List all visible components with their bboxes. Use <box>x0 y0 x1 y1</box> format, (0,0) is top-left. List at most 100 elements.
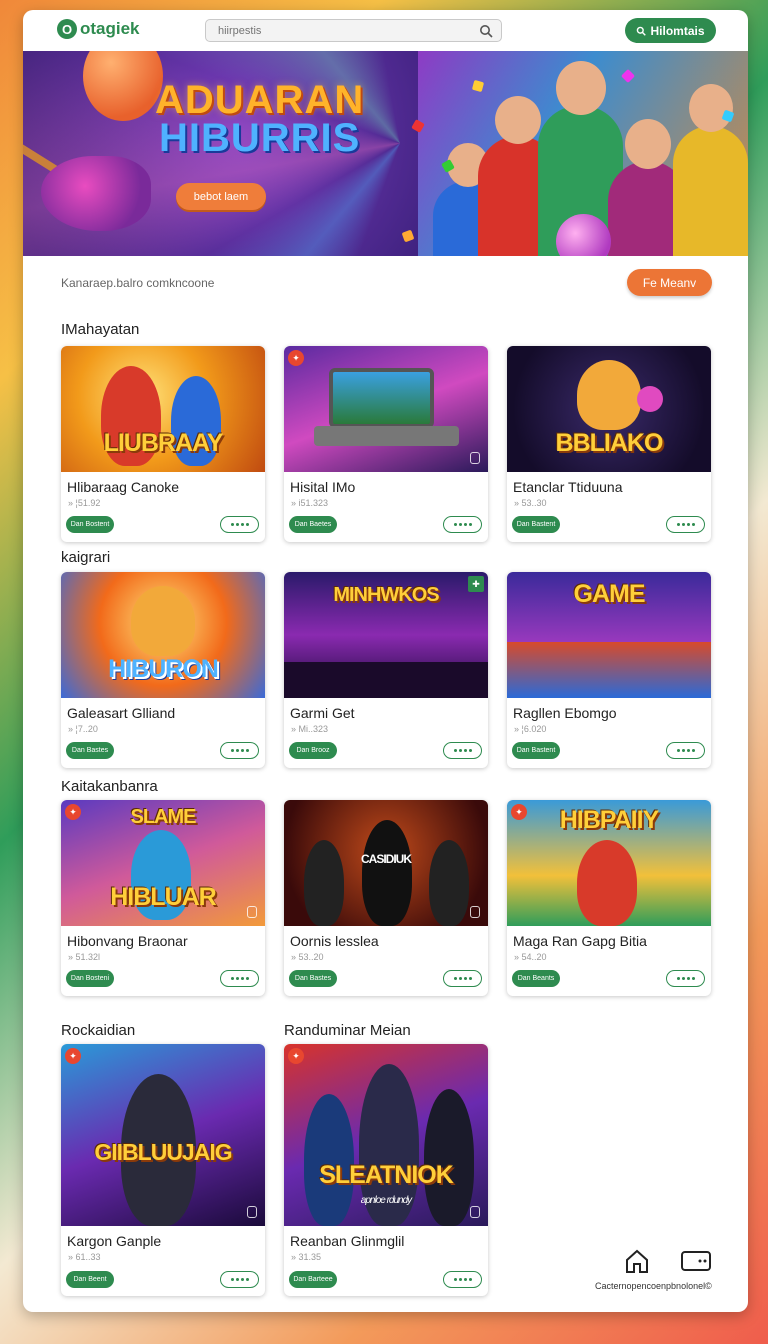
game-card[interactable]: ✦ SLAME HIBLUAR Hibonvang Braonar » 51.3… <box>61 800 265 996</box>
play-button[interactable]: Dan Bostent <box>66 516 114 533</box>
game-thumbnail[interactable]: HIBURON <box>61 572 265 698</box>
play-button[interactable]: Dan Beent <box>66 1271 114 1288</box>
game-meta: » 31.35 <box>291 1252 322 1262</box>
game-card[interactable]: ✦ HIBPAIIY Maga Ran Gapg Bitia » 54..20 … <box>507 800 711 996</box>
game-thumbnail[interactable]: ✦ SLAME HIBLUAR <box>61 800 265 926</box>
game-thumbnail[interactable]: BBLIAKO <box>507 346 711 472</box>
game-meta: » ¦6.020 <box>514 724 547 734</box>
play-button[interactable]: Dan Beants <box>512 970 560 987</box>
logo-text: otagiek <box>80 19 140 38</box>
game-name: Hibonvang Braonar <box>67 933 188 949</box>
game-art-text: LIUBRAAY <box>103 429 224 457</box>
game-thumbnail[interactable]: GAME <box>507 572 711 698</box>
section-title: IMahayatan <box>61 321 140 338</box>
more-button[interactable] <box>443 516 482 533</box>
game-card[interactable]: CASIDIUK Oornis lesslea » 53..20 Dan Bas… <box>284 800 488 996</box>
crowd <box>507 642 711 698</box>
more-button[interactable] <box>220 742 259 759</box>
lock-icon <box>247 906 257 918</box>
search-icon <box>637 26 647 36</box>
search-input[interactable] <box>218 24 468 37</box>
game-card[interactable]: ✦ Hisital IMo » i51.323 Dan Baetes <box>284 346 488 542</box>
game-meta: » ¦51.92 <box>68 498 101 508</box>
kid-figure <box>673 84 748 256</box>
game-card[interactable]: BBLIAKO Etanclar Ttiduuna » 53..30 Dan B… <box>507 346 711 542</box>
hot-badge-icon: ✦ <box>65 1048 81 1064</box>
game-thumbnail[interactable]: LIUBRAAY <box>61 346 265 472</box>
more-button[interactable] <box>666 742 705 759</box>
more-button[interactable] <box>443 970 482 987</box>
search-icon[interactable] <box>479 24 493 38</box>
play-button[interactable]: Dan Bosteni <box>66 970 114 987</box>
game-art-text: MINHWKOS <box>333 584 439 606</box>
game-meta: » 61..33 <box>68 1252 101 1262</box>
game-thumbnail[interactable]: ✚ MINHWKOS <box>284 572 488 698</box>
section-title: kaigrari <box>61 549 111 566</box>
game-meta: » i51.323 <box>291 498 329 508</box>
hero-banner[interactable]: ADUARAN HIBURRIS bebot laem <box>23 51 748 256</box>
ticket-icon[interactable] <box>680 1247 712 1275</box>
game-card[interactable]: ✚ MINHWKOS Garmi Get » Mi..323 Dan Brooz <box>284 572 488 768</box>
game-card[interactable]: ✦ GIIBLUUJAIG Kargon Ganple » 61..33 Dan… <box>61 1044 265 1296</box>
game-name: Hisital IMo <box>290 479 356 495</box>
game-meta: » 53..30 <box>514 498 547 508</box>
play-button[interactable]: Dan Barteee <box>289 1271 337 1288</box>
game-card[interactable]: LIUBRAAY Hlibaraag Canoke » ¦51.92 Dan B… <box>61 346 265 542</box>
header-action-label: Hilomtais <box>650 23 705 38</box>
game-art-text: HIBPAIIY <box>559 806 660 834</box>
footer-caption: Cacternopencoenpbnolonel© <box>595 1281 712 1291</box>
game-thumbnail[interactable]: ✦ <box>284 346 488 472</box>
search-bar[interactable] <box>205 19 502 42</box>
game-name: Oornis lesslea <box>290 933 379 949</box>
more-button[interactable] <box>443 742 482 759</box>
hero-title-line2: HIBURRIS <box>158 116 361 160</box>
header-action-button[interactable]: Hilomtais <box>625 18 716 43</box>
play-button[interactable]: Dan Brooz <box>289 742 337 759</box>
play-button[interactable]: Dan Bastent <box>512 742 560 759</box>
player-figure <box>577 840 637 926</box>
game-meta: » 53..20 <box>291 952 324 962</box>
ball-image <box>637 386 663 412</box>
more-button[interactable] <box>220 1271 259 1288</box>
game-card[interactable]: GAME Ragllen Ebomgo » ¦6.020 Dan Bastent <box>507 572 711 768</box>
hero-title: ADUARAN HIBURRIS <box>155 78 365 160</box>
hero-title-line1: ADUARAN <box>155 78 365 122</box>
game-name: Garmi Get <box>290 705 355 721</box>
top-bar: O otagiek Hilomtais <box>23 10 748 51</box>
game-meta: » 54..20 <box>514 952 547 962</box>
game-art-text: SLAME <box>130 806 197 828</box>
more-button[interactable] <box>220 970 259 987</box>
more-button[interactable] <box>666 516 705 533</box>
logo-mark-icon: O <box>57 19 77 39</box>
logo[interactable]: O otagiek <box>57 19 140 39</box>
game-card[interactable]: HIBURON Galeasart Glliand » ¦7..20 Dan B… <box>61 572 265 768</box>
bear-figure <box>131 586 195 656</box>
hero-cta-button[interactable]: bebot laem <box>176 183 266 210</box>
more-button[interactable] <box>443 1271 482 1288</box>
more-button[interactable] <box>220 516 259 533</box>
game-meta: » ¦7..20 <box>68 724 98 734</box>
console-image <box>329 368 434 428</box>
more-button[interactable] <box>666 970 705 987</box>
play-button[interactable]: Dan Bastent <box>512 516 560 533</box>
lock-icon <box>247 1206 257 1218</box>
play-button[interactable]: Dan Bastes <box>66 742 114 759</box>
game-name: Etanclar Ttiduuna <box>513 479 623 495</box>
section-title: Kaitakanbanra <box>61 778 158 795</box>
console-base <box>314 426 459 446</box>
play-button[interactable]: Dan Bastes <box>289 970 337 987</box>
game-thumbnail[interactable]: ✦ SLEATNIOK apnloe rdundy <box>284 1044 488 1226</box>
lock-icon <box>470 906 480 918</box>
game-name: Hlibaraag Canoke <box>67 479 180 495</box>
home-icon[interactable] <box>623 1247 651 1275</box>
lock-icon <box>470 1206 480 1218</box>
lock-icon <box>470 452 480 464</box>
game-thumbnail[interactable]: ✦ HIBPAIIY <box>507 800 711 926</box>
section-title: Randuminar Meian <box>284 1022 411 1039</box>
game-thumbnail[interactable]: ✦ GIIBLUUJAIG <box>61 1044 265 1226</box>
game-card[interactable]: ✦ SLEATNIOK apnloe rdundy Reanban Glinmg… <box>284 1044 488 1296</box>
game-thumbnail[interactable]: CASIDIUK <box>284 800 488 926</box>
strip-button[interactable]: Fe Meanv <box>627 269 712 296</box>
play-button[interactable]: Dan Baetes <box>289 516 337 533</box>
game-meta: » Mi..323 <box>291 724 329 734</box>
